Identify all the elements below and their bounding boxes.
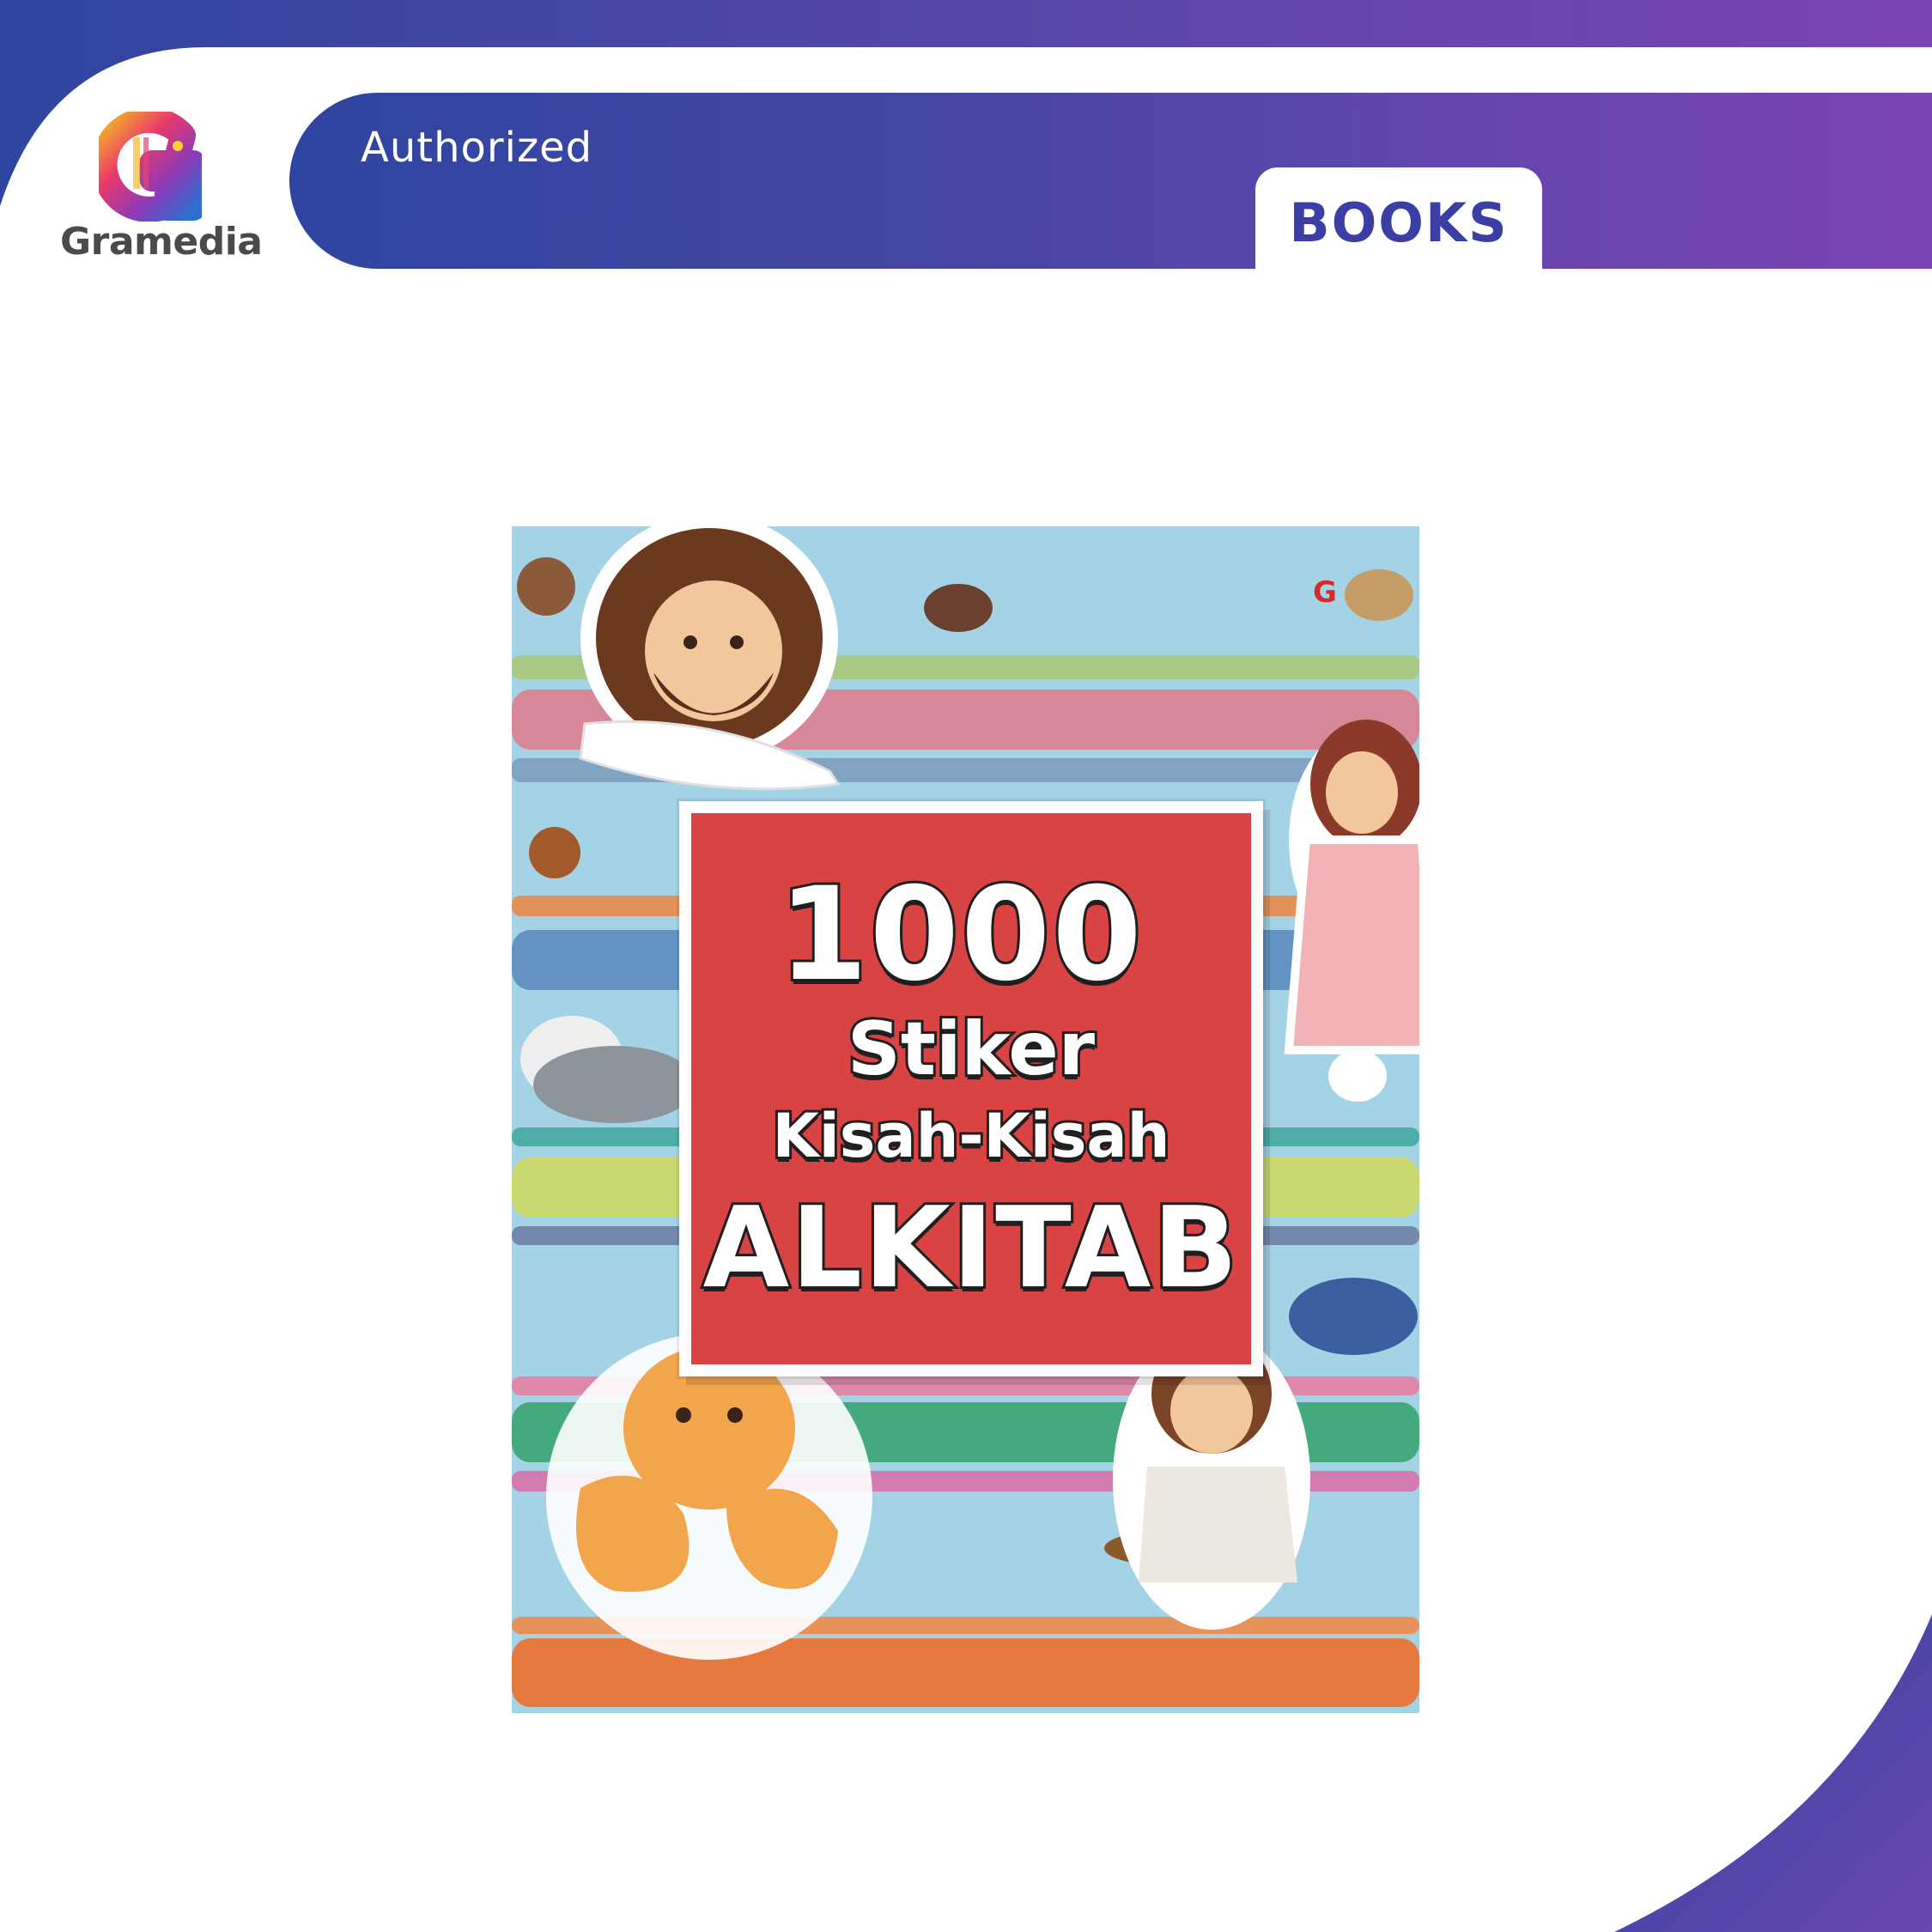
authorized-label: Authorized: [361, 124, 593, 172]
publisher-mark: G: [1313, 575, 1337, 610]
cover-title-line-2: Stiker: [845, 1004, 1097, 1095]
cover-title-line-1: 1000: [775, 858, 1144, 1012]
logo-wordmark: Gramedia: [60, 220, 263, 264]
title-panel: 1000 Stiker Kisah-Kisah ALKITAB: [679, 801, 1263, 1376]
octopus-sticker: [546, 1334, 872, 1660]
gramedia-logo: Gramedia: [60, 112, 263, 266]
authorized-banner: [289, 93, 1932, 269]
product-image: Gramedia Authorized BOOKS G 1000 Stiker …: [0, 0, 1932, 1932]
girl-sticker: [1284, 720, 1419, 1054]
book-cover: G 1000 Stiker Kisah-Kisah ALKITAB: [512, 526, 1419, 1713]
corner-swoosh: [1614, 1614, 1932, 1932]
books-tab: BOOKS: [1255, 167, 1542, 272]
books-tab-label: BOOKS: [1289, 191, 1509, 254]
cover-title-line-3: Kisah-Kisah: [770, 1098, 1173, 1174]
cover-title-line-4: ALKITAB: [701, 1180, 1241, 1315]
gramedia-logo-icon: [99, 112, 202, 222]
